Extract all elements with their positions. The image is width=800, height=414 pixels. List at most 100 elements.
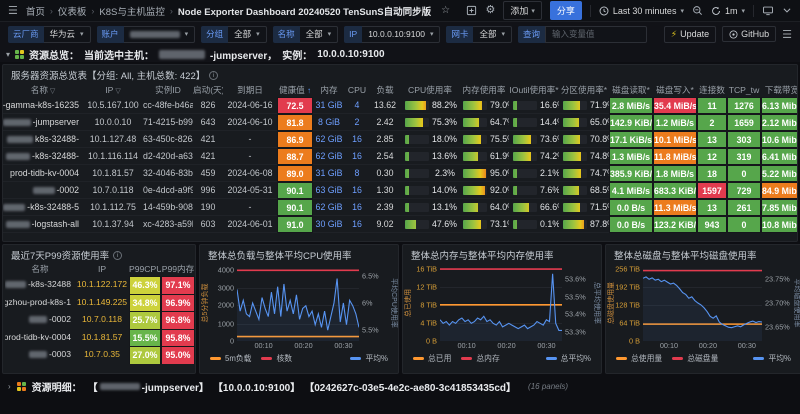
star-icon[interactable]: ☆ xyxy=(441,5,450,16)
info-icon[interactable]: i xyxy=(209,71,218,80)
add-button[interactable]: 添加▾ xyxy=(503,1,542,20)
column-header[interactable]: 内存 xyxy=(313,83,345,97)
cell-memory: 62 GiB xyxy=(313,148,345,165)
host-name-link[interactable]: -0002 xyxy=(3,182,83,199)
column-header[interactable]: TCP_tw xyxy=(727,83,761,97)
details-row-header[interactable]: › 资源明细： 【-jumpserver】【10.0.0.10:9100】【02… xyxy=(0,376,800,396)
column-header[interactable]: 名称 xyxy=(5,263,75,276)
host-name-link[interactable]: gzhou-prod-k8s-1 xyxy=(5,294,75,312)
host-name-link[interactable]: -k8s-32488 xyxy=(5,276,75,294)
cell-load: 2.39 xyxy=(369,199,401,216)
column-header[interactable]: 下载带宽 xyxy=(761,83,798,97)
variable-value-dropdown[interactable]: 华为云▾ xyxy=(44,26,91,43)
host-name-link[interactable]: -k8s-32488- xyxy=(3,148,83,165)
chart-panel-title[interactable]: 整体总负载与整体平均CPU使用率 xyxy=(200,245,398,263)
table-panel-title[interactable]: 服务器资源总览表【分组: All, 主机总数: 422】i xyxy=(3,65,797,83)
breadcrumb-item[interactable]: K8S与主机监控 xyxy=(99,4,164,18)
host-name-link[interactable]: o-gamma-k8s-16235 xyxy=(3,97,83,114)
chevron-down-icon[interactable] xyxy=(782,5,792,16)
breadcrumb-item[interactable]: 首页 xyxy=(26,4,45,18)
status-cell: 11.8 MiB/s xyxy=(653,148,697,165)
legend-item[interactable]: 总使用量 xyxy=(616,353,662,364)
gauge-value: 75.5% xyxy=(490,131,509,148)
variable-value-dropdown[interactable]: 10.0.0.10:9100▾ xyxy=(362,26,440,43)
column-header[interactable]: IP xyxy=(75,263,129,276)
info-icon[interactable]: i xyxy=(113,251,122,260)
legend-item[interactable]: 总已用 xyxy=(413,353,451,364)
variable-value-dropdown[interactable]: 全部▾ xyxy=(228,26,267,43)
chart-panel-title[interactable]: 整体总磁盘与整体平均磁盘使用率 xyxy=(606,245,800,263)
refresh-picker[interactable]: 1m▾ xyxy=(711,6,745,16)
chevron-down-icon: ▾ xyxy=(328,30,332,38)
host-name-link[interactable]: -k8s-32488-5 xyxy=(3,199,83,216)
menu-toggle-icon[interactable]: ☰ xyxy=(782,28,792,41)
legend-item[interactable]: 平均% xyxy=(753,353,791,364)
column-header[interactable]: 名称 ▽ xyxy=(3,83,83,97)
filter-icon[interactable]: ▽ xyxy=(113,88,120,95)
host-name-link[interactable]: -jumpserver xyxy=(3,114,83,131)
legend-item[interactable]: 平均% xyxy=(350,353,388,364)
tick-label: 23.70% xyxy=(765,299,790,308)
memory-chart-panel: 整体总内存与整体平均内存使用率总已使用16 TiB12 TiB8 TiB4 Ti… xyxy=(402,244,602,374)
query-variable-input[interactable] xyxy=(545,26,647,43)
column-header[interactable]: 启动(天) xyxy=(193,83,223,97)
collapse-caret-icon[interactable]: ▾ xyxy=(6,50,10,59)
sort-asc-icon[interactable]: ↑ xyxy=(305,86,311,95)
host-name-link[interactable]: prod-tidb-kv-0004 xyxy=(5,329,75,347)
chart-panel-title[interactable]: 整体总内存与整体平均内存使用率 xyxy=(403,245,601,263)
cell-cpu-count: 8 xyxy=(345,165,369,182)
cell-memory-usage: 95.0% xyxy=(459,165,509,182)
variable-value-dropdown[interactable]: 全部▾ xyxy=(473,26,512,43)
status-cell: 4.1 MiB/s xyxy=(609,182,653,199)
host-name-link[interactable]: -logstash-all xyxy=(3,216,83,233)
column-header[interactable]: CPU xyxy=(345,83,369,97)
breadcrumb-item[interactable]: 仪表板 xyxy=(58,4,87,18)
host-name-link[interactable]: -0002 xyxy=(5,311,75,329)
column-header[interactable]: 连接数 xyxy=(697,83,727,97)
column-header[interactable]: 健康值 ↑ xyxy=(277,83,313,97)
share-button[interactable]: 分享 xyxy=(550,1,582,20)
github-button[interactable]: GitHub xyxy=(722,26,776,42)
column-header[interactable]: 负载 xyxy=(369,83,401,97)
p99-panel-title[interactable]: 最近7天P99资源使用率i xyxy=(3,245,195,263)
cell-uptime-days: 826 xyxy=(193,97,223,114)
host-name-link[interactable]: -0003 xyxy=(5,346,75,364)
legend-item[interactable]: 5m负载 xyxy=(210,353,251,364)
column-header[interactable]: 实例ID xyxy=(143,83,193,97)
column-header[interactable]: P99CPU xyxy=(129,263,161,276)
panel-add-icon[interactable] xyxy=(466,5,477,16)
zoom-out-icon[interactable] xyxy=(692,5,703,16)
column-header[interactable]: IP ▽ xyxy=(83,83,143,97)
legend-item[interactable]: 总内存 xyxy=(461,353,499,364)
variable-picker: IP10.0.0.10:9100▾ xyxy=(344,26,440,43)
legend-item[interactable]: 核数 xyxy=(261,353,292,364)
update-button[interactable]: ⚡Update xyxy=(664,26,716,43)
menu-icon[interactable]: ☰ xyxy=(8,4,18,17)
legend-item[interactable]: 总磁盘量 xyxy=(672,353,718,364)
column-header[interactable]: IOutil使用率* xyxy=(509,83,559,97)
column-header[interactable]: CPU使用率 xyxy=(401,83,459,97)
overview-row-header[interactable]: ▾ 资源总览： 当前选中主机： -jumpserver， 实例： 10.0.0.… xyxy=(0,46,800,62)
tick-label: 0 B xyxy=(426,337,437,346)
host-name-link[interactable]: prod-tidb-kv-0004 xyxy=(3,165,83,182)
column-header[interactable]: 到期日 xyxy=(223,83,277,97)
status-cell: 10.6 Mib/s xyxy=(761,131,798,148)
legend-item[interactable]: 总平均% xyxy=(546,353,591,364)
breadcrumb-item[interactable]: Node Exporter Dashboard 20240520 TenSunS… xyxy=(178,4,431,18)
column-header[interactable]: 磁盘读取* xyxy=(609,83,653,97)
gear-icon[interactable]: ⚙ xyxy=(485,5,495,16)
time-range-picker[interactable]: Last 30 minutes▾ xyxy=(599,6,684,16)
collapse-caret-icon[interactable]: › xyxy=(8,382,11,391)
cell-cpu-count: 16 xyxy=(345,199,369,216)
filter-icon[interactable]: ▽ xyxy=(48,88,55,95)
host-name-link[interactable]: k8s-32488- xyxy=(3,131,83,148)
column-header[interactable]: P99内存 xyxy=(161,263,195,276)
status-cell: 95.8% xyxy=(161,329,195,347)
status-cell: 0.0 B/s xyxy=(609,199,653,216)
variable-value-dropdown[interactable]: 全部▾ xyxy=(300,26,339,43)
column-header[interactable]: 分区使用率* xyxy=(559,83,609,97)
column-header[interactable]: 内存使用率 xyxy=(459,83,509,97)
variable-value-dropdown[interactable]: ▾ xyxy=(124,26,196,43)
kiosk-monitor-icon[interactable] xyxy=(762,5,774,16)
column-header[interactable]: 磁盘写入* xyxy=(653,83,697,97)
